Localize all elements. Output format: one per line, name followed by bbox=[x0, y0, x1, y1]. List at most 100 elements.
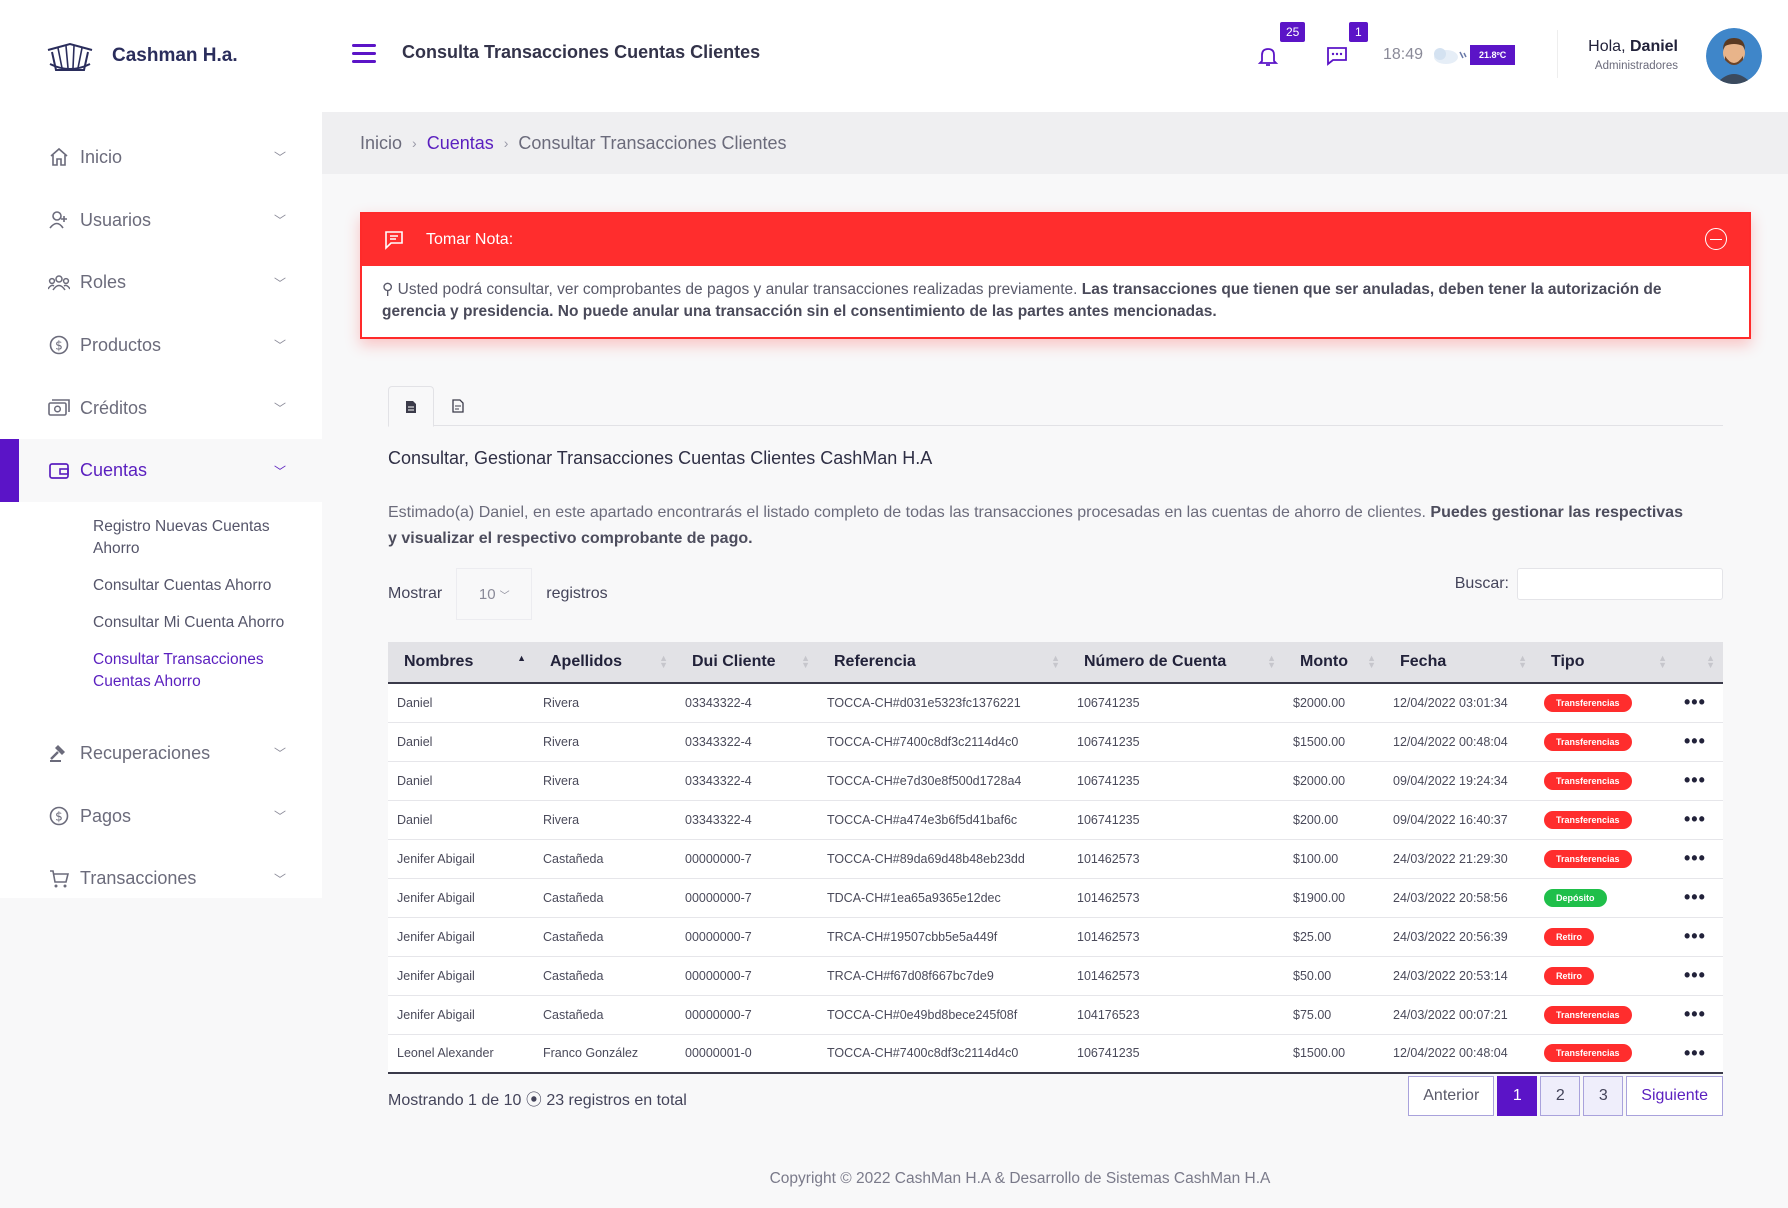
cell-apellidos: Rivera bbox=[534, 722, 676, 762]
sidebar-item-recuperaciones[interactable]: Recuperaciones ﹀ bbox=[0, 722, 322, 785]
type-badge: Retiro bbox=[1544, 966, 1595, 985]
col-header-nombres[interactable]: Nombres ▲ bbox=[388, 642, 534, 684]
type-badge: Retiro bbox=[1544, 927, 1595, 946]
sidebar-item-usuarios[interactable]: Usuarios ﹀ bbox=[0, 189, 322, 252]
breadcrumb: Inicio › Cuentas › Consultar Transaccion… bbox=[322, 112, 1788, 174]
cell-dui: 00000000-7 bbox=[676, 917, 818, 957]
row-actions-icon[interactable]: ••• bbox=[1675, 1034, 1723, 1074]
bell-icon[interactable] bbox=[1256, 44, 1280, 68]
pagination-next[interactable]: Siguiente bbox=[1626, 1076, 1723, 1116]
cell-apellidos: Rivera bbox=[534, 761, 676, 801]
sidebar-item-cuentas[interactable]: Cuentas ﹀ bbox=[0, 439, 322, 503]
col-header-monto[interactable]: Monto ▲ ▼ bbox=[1284, 642, 1384, 684]
row-actions-icon[interactable]: ••• bbox=[1675, 956, 1723, 996]
notification-badge: 25 bbox=[1280, 22, 1306, 42]
table-row[interactable]: Jenifer Abigail Castañeda 00000000-7 TOCCA-… bbox=[388, 839, 1723, 879]
breadcrumb-section[interactable]: Cuentas bbox=[427, 133, 494, 154]
cell-apellidos: Rivera bbox=[534, 683, 676, 723]
cell-monto: $50.00 bbox=[1284, 956, 1384, 996]
table-row[interactable]: Daniel Rivera 03343322-4 TOCCA-CH#a474e3b6f… bbox=[388, 800, 1723, 840]
cell-referencia: TOCCA-CH#d031e5323fc1376221 bbox=[818, 683, 1068, 723]
table-row[interactable]: Jenifer Abigail Castañeda 00000000-7 TOCCA-… bbox=[388, 995, 1723, 1035]
logo-icon bbox=[47, 42, 93, 71]
home-icon bbox=[48, 146, 70, 168]
page-length-select[interactable]: 10 ﹀ bbox=[456, 568, 533, 620]
cell-numero-cuenta: 101462573 bbox=[1068, 917, 1284, 957]
chevron-down-icon: ﹀ bbox=[273, 401, 286, 416]
table-row[interactable]: Jenifer Abigail Castañeda 00000000-7 TRCA-C… bbox=[388, 956, 1723, 996]
type-badge: Transferencias bbox=[1544, 732, 1632, 751]
sort-icon: ▲ ▼ bbox=[1706, 653, 1715, 670]
pagination-prev[interactable]: Anterior bbox=[1408, 1076, 1495, 1116]
alert-title: Tomar Nota: bbox=[426, 231, 514, 248]
pagination-page-1[interactable]: 1 bbox=[1497, 1076, 1538, 1116]
submenu-registro-cuentas[interactable]: Registro Nuevas Cuentas Ahorro bbox=[93, 516, 293, 560]
submenu-consultar-mi-cuenta[interactable]: Consultar Mi Cuenta Ahorro bbox=[93, 612, 293, 634]
collapse-icon[interactable] bbox=[1705, 228, 1727, 250]
sidebar-item-productos[interactable]: $ Productos ﹀ bbox=[0, 314, 322, 377]
type-badge: Depósito bbox=[1544, 888, 1607, 907]
cell-nombres: Daniel bbox=[388, 800, 534, 840]
table-row[interactable]: Daniel Rivera 03343322-4 TOCCA-CH#d031e5323… bbox=[388, 683, 1723, 723]
menu-toggle-icon[interactable] bbox=[352, 44, 376, 64]
sidebar-item-creditos[interactable]: Créditos ﹀ bbox=[0, 377, 322, 440]
table-row[interactable]: Jenifer Abigail Castañeda 00000000-7 TDCA-C… bbox=[388, 878, 1723, 918]
avatar[interactable] bbox=[1706, 28, 1762, 84]
row-actions-icon[interactable]: ••• bbox=[1675, 761, 1723, 801]
chat-icon[interactable] bbox=[1325, 44, 1349, 68]
tab-list[interactable] bbox=[388, 386, 434, 427]
table-row[interactable]: Daniel Rivera 03343322-4 TOCCA-CH#7400c8df3… bbox=[388, 722, 1723, 762]
dollar-circle-icon: $ bbox=[48, 805, 70, 827]
table-row[interactable]: Jenifer Abigail Castañeda 00000000-7 TRCA-C… bbox=[388, 917, 1723, 957]
submenu-consultar-cuentas[interactable]: Consultar Cuentas Ahorro bbox=[93, 575, 293, 597]
sidebar-item-pagos[interactable]: $ Pagos ﹀ bbox=[0, 785, 322, 848]
pagination-page-2[interactable]: 2 bbox=[1540, 1076, 1581, 1116]
cell-fecha: 09/04/2022 19:24:34 bbox=[1384, 761, 1535, 801]
search-input[interactable] bbox=[1517, 568, 1723, 600]
sidebar-item-roles[interactable]: Roles ﹀ bbox=[0, 251, 322, 314]
cell-fecha: 24/03/2022 20:56:39 bbox=[1384, 917, 1535, 957]
cell-fecha: 24/03/2022 00:07:21 bbox=[1384, 995, 1535, 1035]
brand[interactable]: Cashman H.a. bbox=[44, 38, 238, 74]
svg-text:$: $ bbox=[55, 339, 63, 353]
col-header-referencia[interactable]: Referencia ▲ ▼ bbox=[818, 642, 1068, 684]
tab-receipt[interactable] bbox=[435, 386, 481, 426]
col-header-apellidos[interactable]: Apellidos ▲ ▼ bbox=[534, 642, 676, 684]
cell-nombres: Daniel bbox=[388, 761, 534, 801]
cell-nombres: Jenifer Abigail bbox=[388, 995, 534, 1035]
user-greeting[interactable]: Hola, Daniel Administradores bbox=[1588, 38, 1678, 72]
pagination-page-3[interactable]: 3 bbox=[1583, 1076, 1624, 1116]
row-actions-icon[interactable]: ••• bbox=[1675, 839, 1723, 879]
row-actions-icon[interactable]: ••• bbox=[1675, 800, 1723, 840]
sidebar-item-inicio[interactable]: Inicio ﹀ bbox=[0, 126, 322, 189]
cell-numero-cuenta: 106741235 bbox=[1068, 761, 1284, 801]
cell-monto: $100.00 bbox=[1284, 839, 1384, 879]
cell-dui: 00000000-7 bbox=[676, 956, 818, 996]
col-header-dui[interactable]: Dui Cliente ▲ ▼ bbox=[676, 642, 818, 684]
col-header-tipo[interactable]: Tipo ▲ ▼ bbox=[1535, 642, 1675, 684]
money-icon bbox=[48, 397, 70, 419]
submenu-consultar-transacciones[interactable]: Consultar Transacciones Cuentas Ahorro bbox=[93, 649, 293, 693]
cell-fecha: 24/03/2022 20:53:14 bbox=[1384, 956, 1535, 996]
breadcrumb-home[interactable]: Inicio bbox=[360, 133, 402, 154]
svg-text:$: $ bbox=[55, 810, 63, 824]
row-actions-icon[interactable]: ••• bbox=[1675, 995, 1723, 1035]
page-length-value: 10 bbox=[478, 585, 496, 603]
table-row[interactable]: Daniel Rivera 03343322-4 TOCCA-CH#e7d30e8f5… bbox=[388, 761, 1723, 801]
table-search: Buscar: bbox=[1455, 568, 1723, 600]
transactions-table: Nombres ▲ Apellidos ▲ ▼ Dui Cliente ▲ ▼ Refer… bbox=[388, 642, 1723, 1074]
alert-header: Tomar Nota: bbox=[362, 214, 1749, 266]
row-actions-icon[interactable]: ••• bbox=[1675, 683, 1723, 723]
row-actions-icon[interactable]: ••• bbox=[1675, 878, 1723, 918]
col-header-fecha[interactable]: Fecha ▲ ▼ bbox=[1384, 642, 1535, 684]
file-invoice-icon bbox=[452, 399, 464, 413]
row-actions-icon[interactable]: ••• bbox=[1675, 722, 1723, 762]
table-row[interactable]: Leonel Alexander Franco González 00000001-… bbox=[388, 1034, 1723, 1074]
cell-fecha: 24/03/2022 20:58:56 bbox=[1384, 878, 1535, 918]
cell-numero-cuenta: 106741235 bbox=[1068, 1034, 1284, 1074]
sidebar-item-transacciones[interactable]: Transacciones ﹀ bbox=[0, 848, 322, 899]
row-actions-icon[interactable]: ••• bbox=[1675, 917, 1723, 957]
cell-referencia: TOCCA-CH#0e49bd8bece245f08f bbox=[818, 995, 1068, 1035]
cell-tipo: Transferencias bbox=[1535, 995, 1675, 1035]
col-header-numero-cuenta[interactable]: Número de Cuenta ▲ ▼ bbox=[1068, 642, 1284, 684]
